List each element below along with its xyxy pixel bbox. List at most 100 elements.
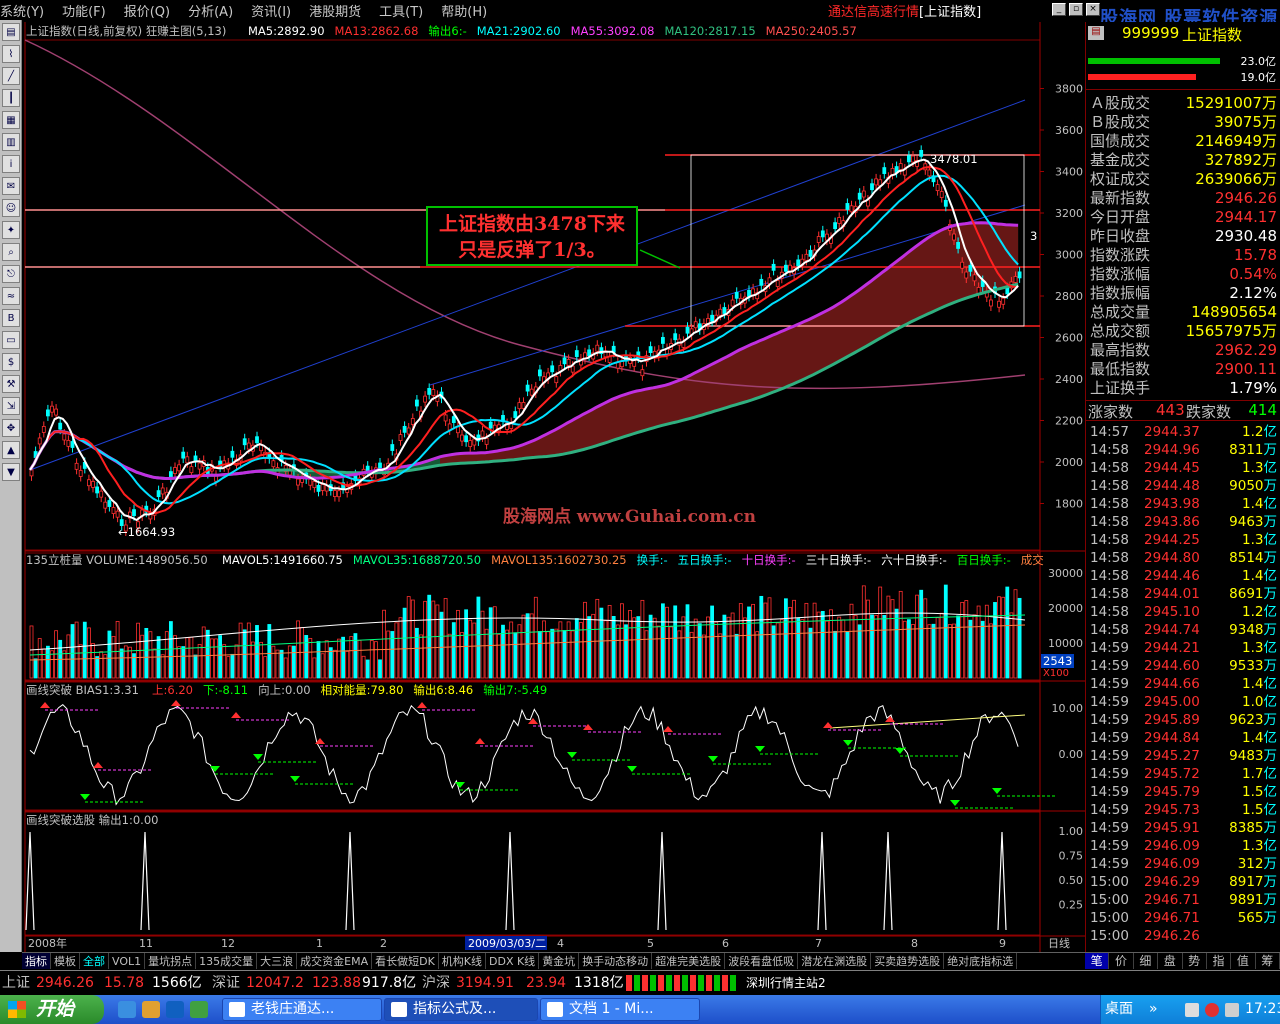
- volume-bar: [226, 656, 231, 679]
- security-icon[interactable]: [1205, 1003, 1219, 1017]
- sell-signal-icon: [40, 702, 50, 708]
- indicator-tab[interactable]: 换手动态移动: [579, 953, 653, 969]
- tick-price: 2946.09: [1144, 856, 1200, 872]
- indicator-tab[interactable]: 大三浪: [257, 953, 298, 969]
- indicator-tab[interactable]: 量坑拐点: [145, 953, 197, 969]
- tick-volume: 9533万: [1229, 658, 1277, 674]
- volume-bar: [41, 648, 46, 679]
- panel-tab[interactable]: 笔: [1085, 953, 1110, 969]
- stat-value: 2930.48: [1214, 227, 1277, 245]
- candle-body: [566, 359, 571, 366]
- ma-legend-item-1: MA13:2862.68: [334, 24, 419, 38]
- indicator-tab[interactable]: 买卖趋势选股: [871, 953, 945, 969]
- panel-tab[interactable]: 指: [1207, 953, 1232, 969]
- task-tdx[interactable]: 老钱庄通达...: [222, 998, 382, 1021]
- indicator-tab[interactable]: 超准完美选股: [652, 953, 726, 969]
- volume-bar: [898, 590, 903, 679]
- bias-trend-line: [829, 714, 1026, 729]
- panel-tab[interactable]: 势: [1183, 953, 1207, 969]
- indicator-tab[interactable]: 指标: [22, 953, 51, 969]
- indicator-tab[interactable]: 模板: [51, 953, 80, 969]
- indicator-tab[interactable]: 成交资金EMA: [297, 953, 373, 969]
- indicator-tab[interactable]: 波段看盘低吸: [725, 953, 799, 969]
- sell-signal-icon: [583, 724, 593, 730]
- tick-price: 2944.66: [1144, 676, 1200, 692]
- tick-time: 14:59: [1090, 784, 1129, 800]
- tick-price: 2944.37: [1144, 424, 1200, 440]
- tick-time: 14:59: [1090, 712, 1129, 728]
- indicator-tab[interactable]: 绝对底指标选: [944, 953, 1018, 969]
- volume-bar: [152, 648, 157, 679]
- volume-bar: [525, 613, 530, 679]
- volume-bar: [505, 629, 510, 679]
- panel-tab[interactable]: 细: [1134, 953, 1159, 969]
- candle-body: [177, 464, 182, 472]
- stat-value: 148905654: [1191, 303, 1277, 321]
- candle-body: [927, 169, 932, 177]
- stat-label: 基金成交: [1090, 151, 1151, 169]
- candle-body: [587, 349, 591, 357]
- tick-row: 14:59 2944.21 1.3亿: [1088, 639, 1277, 657]
- tick-time: 14:58: [1090, 442, 1129, 458]
- turnover-legend-6: 成交: [1020, 553, 1044, 567]
- candle-body: [751, 288, 755, 296]
- indicator-tab[interactable]: VOL1: [109, 953, 146, 969]
- indicator-tab[interactable]: 看长做短DK: [372, 953, 439, 969]
- volume-bar: [484, 628, 489, 679]
- tick-volume: 9348万: [1229, 622, 1277, 638]
- panel-tab[interactable]: 价: [1109, 953, 1134, 969]
- volume-bar: [529, 613, 534, 679]
- volume-bar: [800, 619, 805, 679]
- close-button[interactable]: ×: [1086, 3, 1100, 16]
- network-icon[interactable]: [1185, 1003, 1199, 1017]
- volume-bar: [472, 622, 477, 679]
- task-formula[interactable]: 指标公式及...: [384, 998, 538, 1021]
- right-info-panel: ▤ 999999 上证指数 23.0亿 19.0亿 Ａ股成交 15291007万 Ｂ…: [1085, 22, 1280, 952]
- candle-body: [255, 436, 259, 444]
- volume-bar: [579, 622, 583, 679]
- volume-bar: [796, 618, 801, 679]
- desktop-toolbar[interactable]: 桌面: [1105, 995, 1133, 1024]
- show-desktop-icon[interactable]: [166, 1001, 184, 1018]
- candle-body: [718, 308, 723, 316]
- x-axis-label: 7: [815, 937, 822, 950]
- volume-icon[interactable]: [1225, 1003, 1239, 1017]
- volume-bar: [279, 649, 284, 679]
- indicator-tab[interactable]: 全部: [80, 953, 109, 969]
- volume-bar: [550, 628, 555, 679]
- tray-arrow-icon[interactable]: »: [1149, 995, 1158, 1024]
- candle-body: [673, 333, 678, 341]
- tick-price: 2946.26: [1144, 928, 1200, 944]
- outflow-bar: [1088, 74, 1196, 80]
- volume-bar: [620, 603, 624, 679]
- ie-icon[interactable]: [118, 1001, 136, 1018]
- volume-bar: [583, 601, 587, 679]
- volume-bar: [611, 616, 616, 679]
- volume-bar: [1017, 597, 1022, 679]
- indicator-tab[interactable]: 机构K线: [439, 953, 486, 969]
- indicator-tab[interactable]: 黄金坑: [539, 953, 580, 969]
- candle-body: [595, 344, 600, 352]
- volume-tick-label: 30000: [1048, 567, 1083, 580]
- volume-bar: [238, 622, 243, 679]
- tick-time: 15:00: [1090, 928, 1129, 944]
- panel-icon[interactable]: ▤: [1088, 26, 1104, 40]
- panel-tab[interactable]: 盘: [1158, 953, 1183, 969]
- panel-tab[interactable]: 值: [1231, 953, 1256, 969]
- volume-bar: [431, 600, 436, 679]
- indicator-tab[interactable]: 潜龙在渊选股: [798, 953, 872, 969]
- explorer-icon[interactable]: [142, 1001, 160, 1018]
- indicator-tab[interactable]: 135成交量: [196, 953, 258, 969]
- volume-bar: [394, 622, 399, 679]
- panel-tab[interactable]: 筹: [1256, 953, 1280, 969]
- quicklaunch-app-icon[interactable]: [190, 1001, 208, 1018]
- start-button[interactable]: 开始: [0, 995, 104, 1024]
- ma-legend-item-3: MA21:2902.60: [476, 24, 561, 38]
- volume-bar: [509, 621, 514, 679]
- volume-bar: [820, 610, 825, 679]
- tick-volume: 1.2亿: [1242, 424, 1277, 440]
- task-word[interactable]: 文档 1 - Mi...: [540, 998, 700, 1021]
- chart-area[interactable]: 3800 3600 3400 3200 3000 2800 2600 2400 2200 2000…: [0, 0, 1085, 952]
- indicator-tab[interactable]: DDX K线: [486, 953, 540, 969]
- tick-time: 14:59: [1090, 730, 1129, 746]
